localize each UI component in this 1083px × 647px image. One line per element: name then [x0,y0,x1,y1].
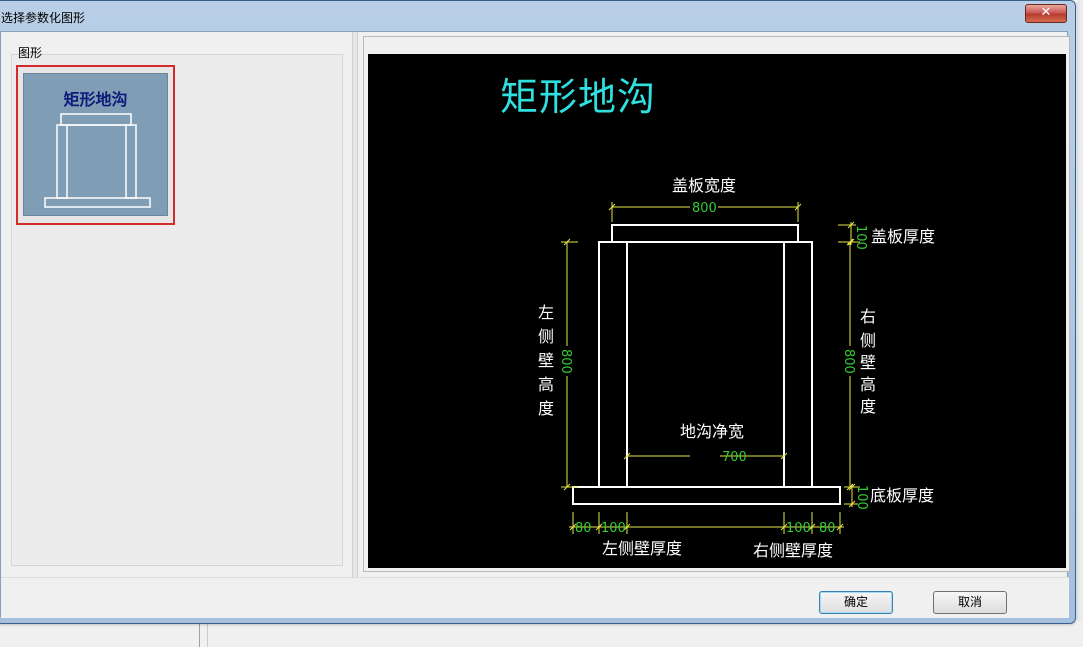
dim-cover-width: 800 [692,201,717,216]
right-wall [783,241,813,488]
close-icon: ✕ [1040,5,1052,20]
panel-splitter[interactable] [352,32,358,577]
label-right-height-5: 度 [860,397,876,416]
label-left-height-3: 壁 [538,351,554,370]
cad-preview: 矩形地沟 盖板宽度 盖板厚度 地沟净宽 底板厚度 左侧壁厚度 右侧壁厚度 左 侧… [368,54,1066,568]
label-right-height-4: 高 [860,375,876,394]
cancel-button[interactable]: 取消 [933,591,1007,614]
window-title: 选择参数化图形 [1,11,86,25]
dim-right-wall: 100 [786,521,811,536]
label-left-height-1: 左 [538,303,554,322]
dim-left-overhang: 80 [575,521,592,536]
shape-list-panel: 图形 矩形地沟 [1,32,349,577]
label-right-height-1: 右 [860,307,876,326]
label-right-wall-thickness: 右侧壁厚度 [753,541,833,560]
background-desktop-right [1077,0,1083,647]
label-cover-thickness: 盖板厚度 [871,227,935,246]
label-right-height-2: 侧 [860,331,876,350]
group-label: 图形 [18,46,43,60]
label-cover-width: 盖板宽度 [672,176,736,195]
label-left-height-5: 度 [538,399,554,418]
label-left-height-4: 高 [538,375,554,394]
trench-drawing: 盖板宽度 盖板厚度 地沟净宽 底板厚度 左侧壁厚度 右侧壁厚度 左 侧 壁 高 … [538,176,935,560]
bottom-plate [572,486,841,505]
close-button[interactable]: ✕ [1025,4,1067,23]
preview-panel: 矩形地沟 盖板宽度 盖板厚度 地沟净宽 底板厚度 左侧壁厚度 右侧壁厚度 左 侧… [363,36,1070,572]
cover-plate [611,224,799,243]
label-left-height-2: 侧 [538,327,554,346]
background-desktop-bottom [0,622,1083,647]
dimension-lines [561,202,860,534]
ok-button[interactable]: 确定 [819,591,893,614]
label-clear-width: 地沟净宽 [680,422,744,441]
dim-clear-width: 700 [722,450,747,465]
dim-cover-thickness: 100 [853,225,868,250]
dim-right-wall-height: 800 [841,349,856,374]
title-bar[interactable]: 选择参数化图形 ✕ [0,1,1075,31]
dialog-body: 图形 矩形地沟 矩形地沟 盖板宽度 盖板厚度 地沟净宽 底板厚度 左侧壁厚度 右… [0,31,1070,618]
label-left-wall-thickness: 左侧壁厚度 [602,539,682,558]
trench-thumbnail-drawing [44,113,151,208]
thumbnail-image: 矩形地沟 [23,73,168,216]
label-right-height-3: 壁 [860,353,876,372]
parametric-shape-dialog: 选择参数化图形 ✕ 图形 矩形地沟 矩形地沟 盖板宽度 盖板厚度 地沟净宽 底板… [0,0,1076,624]
left-wall [598,241,628,488]
dim-right-overhang: 80 [819,521,836,536]
dim-left-wall-height: 800 [558,349,573,374]
button-bar: 确定 取消 [1,577,1069,618]
dim-left-wall: 100 [601,521,626,536]
label-bottom-thickness: 底板厚度 [870,486,934,505]
dim-bottom-thickness: 100 [854,485,869,510]
shape-thumbnail-rectangular-trench[interactable]: 矩形地沟 [16,65,175,225]
trench-outline [572,224,841,505]
